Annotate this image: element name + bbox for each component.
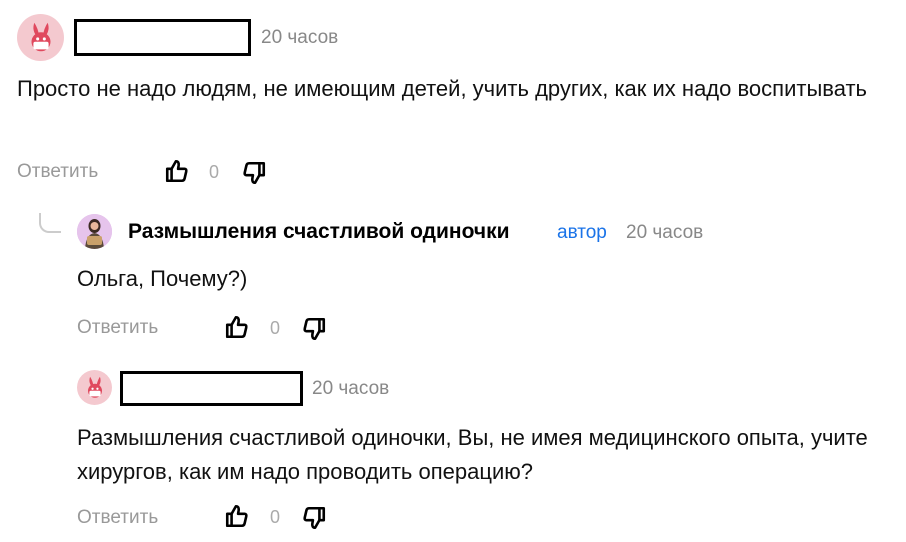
like-count: 0 bbox=[270, 507, 281, 527]
like-count: 0 bbox=[209, 162, 220, 182]
reply-button[interactable]: Ответить bbox=[77, 507, 158, 529]
reply-button[interactable]: Ответить bbox=[17, 161, 98, 183]
comment-time: 20 часов bbox=[261, 27, 339, 48]
author-badge: автор bbox=[557, 222, 607, 243]
thread-connector bbox=[39, 213, 61, 233]
comment-text: Просто не надо людям, не имеющим детей, … bbox=[17, 76, 867, 101]
thumbs-down-icon[interactable] bbox=[299, 314, 329, 344]
comment-text: Ольга, Почему?) bbox=[77, 266, 248, 291]
user-avatar[interactable] bbox=[77, 370, 112, 405]
thumbs-up-icon[interactable] bbox=[222, 501, 252, 531]
comment-text: Размышления счастливой одиночки, Вы, не … bbox=[77, 425, 868, 484]
rabbit-avatar-icon bbox=[31, 22, 50, 51]
redacted-username[interactable] bbox=[74, 19, 251, 56]
comment-time: 20 часов bbox=[312, 378, 390, 399]
author-avatar[interactable] bbox=[77, 214, 112, 249]
reply-button[interactable]: Ответить bbox=[77, 317, 158, 339]
comment-time: 20 часов bbox=[626, 222, 704, 243]
thumbs-up-icon[interactable] bbox=[162, 156, 192, 186]
like-count: 0 bbox=[270, 318, 281, 338]
thumbs-down-icon[interactable] bbox=[299, 503, 329, 533]
user-avatar[interactable] bbox=[17, 14, 64, 61]
rabbit-avatar-icon bbox=[87, 376, 102, 398]
author-name[interactable]: Размышления счастливой одиночки bbox=[128, 220, 510, 244]
thumbs-up-icon[interactable] bbox=[222, 312, 252, 342]
thumbs-down-icon[interactable] bbox=[239, 158, 269, 188]
redacted-username[interactable] bbox=[120, 371, 303, 406]
